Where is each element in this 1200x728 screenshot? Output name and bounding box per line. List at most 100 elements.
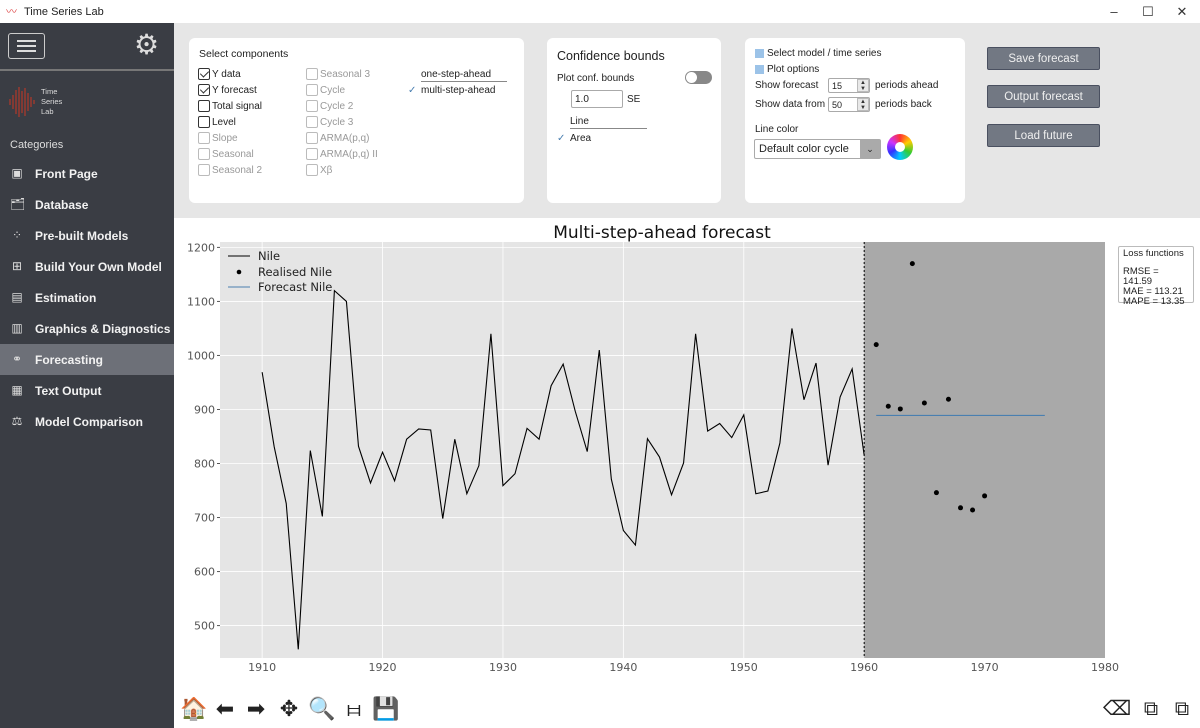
categories-label: Categories: [10, 139, 64, 151]
configure-subplots-icon[interactable]: ⧦: [340, 695, 368, 723]
back-arrow-icon[interactable]: ⬅: [211, 695, 239, 723]
checkbox-y-data[interactable]: Y data: [198, 68, 241, 80]
checkbox-box[interactable]: [306, 148, 318, 160]
loss-functions-box: Loss functions RMSE = 141.59 MAE = 113.2…: [1118, 246, 1194, 307]
checkbox-box[interactable]: [306, 132, 318, 144]
checkbox-box[interactable]: [198, 68, 210, 80]
mode-multi-step-ahead[interactable]: multi-step-ahead: [421, 85, 495, 96]
checkbox-label: Cycle: [320, 84, 346, 96]
show-forecast-label: Show forecast: [755, 80, 819, 91]
mode-one-step-ahead[interactable]: one-step-ahead: [421, 69, 507, 82]
legend-swatch: [236, 269, 242, 275]
checkbox-box[interactable]: [198, 100, 210, 112]
conf-bounds-toggle[interactable]: [685, 71, 712, 84]
select-model-expander[interactable]: Select model / time series: [755, 48, 882, 59]
sidebar-item-forecasting[interactable]: ⚭ Forecasting: [0, 344, 174, 375]
checkbox-seasonal[interactable]: Seasonal: [198, 148, 254, 160]
periods-back-label: periods back: [875, 99, 932, 110]
build-model-icon: ⊞: [11, 259, 23, 273]
checkbox-y-forecast[interactable]: Y forecast: [198, 84, 257, 96]
maximize-button[interactable]: ☐: [1130, 0, 1166, 23]
output-forecast-button[interactable]: Output forecast: [987, 85, 1100, 108]
menu-toggle-button[interactable]: [8, 33, 45, 59]
checkbox-box[interactable]: [198, 132, 210, 144]
checkbox-slope[interactable]: Slope: [198, 132, 238, 144]
checkbox-cycle[interactable]: Cycle: [306, 84, 345, 96]
checkbox-arma-p-q-ii[interactable]: ARMA(p,q) II: [306, 148, 378, 160]
checkbox-cycle-3[interactable]: Cycle 3: [306, 116, 353, 128]
model-comparison-icon: ⚖: [11, 414, 23, 428]
plot-options-expander[interactable]: Plot options: [755, 64, 819, 75]
app-logo-icon: 〰: [6, 5, 17, 18]
x-tick-label: 1980: [1091, 661, 1119, 674]
sidebar-item-estimation[interactable]: ▤ Estimation: [0, 282, 174, 313]
style-line-option[interactable]: Line: [570, 116, 647, 129]
eraser-icon[interactable]: ⌫: [1103, 695, 1131, 723]
close-button[interactable]: ✕: [1164, 0, 1200, 23]
checkbox-box[interactable]: [198, 116, 210, 128]
x-tick-label: 1910: [248, 661, 276, 674]
panel-title: Confidence bounds: [557, 49, 665, 63]
line-color-label: Line color: [755, 124, 799, 135]
dock-window-icon[interactable]: ⧉: [1137, 695, 1165, 723]
se-input[interactable]: 1.0: [571, 90, 623, 108]
checkbox-arma-p-q-[interactable]: ARMA(p,q): [306, 132, 369, 144]
loss-title: Loss functions: [1123, 248, 1184, 259]
minimize-button[interactable]: –: [1096, 0, 1132, 23]
spin-arrows-icon[interactable]: ▲ ▼: [857, 79, 869, 92]
forward-arrow-icon[interactable]: ➡: [242, 695, 270, 723]
checkbox-seasonal-2[interactable]: Seasonal 2: [198, 164, 262, 176]
line-color-select[interactable]: Default color cycle ⌄: [754, 139, 881, 159]
check-icon: ✓: [557, 133, 566, 144]
x-tick-label: 1930: [489, 661, 517, 674]
sidebar-item-front-page[interactable]: ▣ Front Page: [0, 158, 174, 189]
checkbox-level[interactable]: Level: [198, 116, 236, 128]
spin-arrows-icon[interactable]: ▲ ▼: [857, 98, 869, 111]
binoculars-icon: ⚭: [11, 352, 23, 366]
checkbox-label: Seasonal: [212, 148, 254, 160]
color-wheel-icon[interactable]: [887, 134, 913, 160]
checkbox-seasonal-3[interactable]: Seasonal 3: [306, 68, 370, 80]
checkbox-cycle-2[interactable]: Cycle 2: [306, 100, 353, 112]
forecast-chart: 1910 1920 1930 1940 1950 1960 1970 1980 500 600 70…: [187, 223, 1119, 674]
sidebar-item-label: Graphics & Diagnostics: [35, 321, 171, 336]
sidebar-item-model-comparison[interactable]: ⚖ Model Comparison: [0, 406, 174, 437]
y-tick-label: 1000: [187, 349, 215, 362]
home-icon[interactable]: 🏠: [180, 695, 208, 723]
checkbox-box[interactable]: [306, 68, 318, 80]
load-future-button[interactable]: Load future: [987, 124, 1100, 147]
y-tick-label: 700: [194, 512, 215, 525]
zoom-icon[interactable]: 🔍: [308, 695, 336, 723]
checkbox-box[interactable]: [198, 164, 210, 176]
checkbox-box[interactable]: [306, 84, 318, 96]
brand-line: Lab: [41, 107, 54, 116]
cpu-icon: ▤: [11, 290, 23, 304]
sidebar-item-graphics-diagnostics[interactable]: ▥ Graphics & Diagnostics: [0, 313, 174, 344]
gear-icon[interactable]: ⚙: [134, 31, 159, 59]
checkbox-x-[interactable]: Xβ: [306, 164, 332, 176]
style-area-option[interactable]: Area: [570, 133, 591, 144]
checkbox-label: Slope: [212, 132, 238, 144]
confidence-bounds-panel: Confidence bounds Plot conf. bounds 1.0 …: [547, 38, 721, 203]
checkbox-box[interactable]: [198, 84, 210, 96]
realised-point: [921, 400, 927, 406]
chart-title: Multi-step-ahead forecast: [553, 223, 771, 243]
realised-point: [873, 342, 879, 348]
checkbox-total-signal[interactable]: Total signal: [198, 100, 262, 112]
sidebar-item-pre-built-models[interactable]: ⁘ Pre-built Models: [0, 220, 174, 251]
sidebar-item-build-your-own-model[interactable]: ⊞ Build Your Own Model: [0, 251, 174, 282]
save-figure-icon[interactable]: 💾: [372, 695, 400, 723]
y-tick-label: 900: [194, 403, 215, 416]
sidebar-item-database[interactable]: 🗂 Database: [0, 189, 174, 220]
checkbox-box[interactable]: [306, 116, 318, 128]
checkbox-box[interactable]: [306, 164, 318, 176]
pan-icon[interactable]: ✥: [275, 695, 303, 723]
y-tick-label: 500: [194, 620, 215, 633]
realised-point: [897, 406, 903, 412]
se-label: SE: [627, 94, 641, 105]
sidebar-item-text-output[interactable]: ▦ Text Output: [0, 375, 174, 406]
checkbox-box[interactable]: [198, 148, 210, 160]
save-forecast-button[interactable]: Save forecast: [987, 47, 1100, 70]
undock-window-icon[interactable]: ⧉: [1168, 695, 1196, 723]
checkbox-box[interactable]: [306, 100, 318, 112]
